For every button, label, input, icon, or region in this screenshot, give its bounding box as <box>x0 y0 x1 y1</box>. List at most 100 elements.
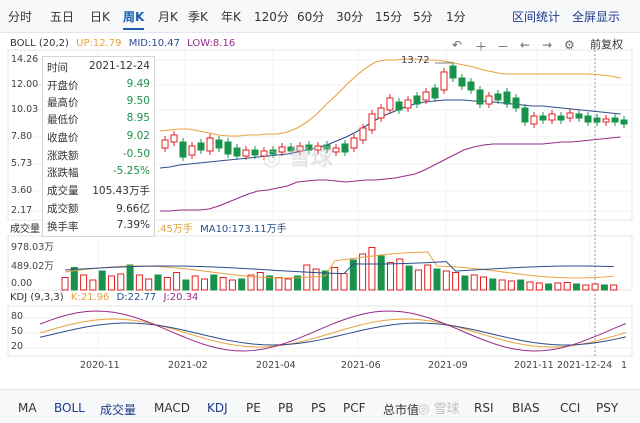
tooltip-key: 收盘价 <box>47 132 79 144</box>
indicator-tab-ma[interactable]: MA <box>18 401 37 415</box>
candle-body <box>458 77 466 87</box>
indicator-tab-macd[interactable]: MACD <box>154 401 190 415</box>
volume-bar <box>191 275 199 291</box>
volume-bar <box>424 264 432 291</box>
candle-body <box>476 89 484 105</box>
tooltip-row: 开盘价 9.49 <box>47 78 150 94</box>
volume-bar <box>470 274 478 291</box>
tooltip-value: 2021-12-24 <box>88 60 150 72</box>
indicator-tab-ps[interactable]: PS <box>311 401 326 415</box>
candle-body <box>161 139 169 149</box>
candle-body <box>530 115 538 125</box>
candle-body <box>512 97 520 109</box>
candle-body <box>584 115 592 123</box>
volume-bar <box>61 277 69 291</box>
candle-body <box>431 87 439 99</box>
tooltip-value: -5.25% <box>112 165 150 177</box>
kdj-k-value: K:21.96 <box>70 292 110 303</box>
date-axis-label: 1 <box>621 360 628 371</box>
volume-bar <box>275 277 283 291</box>
watermark-logo: ◎ 雪球 <box>418 402 460 417</box>
candle-body <box>395 101 403 111</box>
volume-bar <box>201 278 208 291</box>
volume-bar <box>387 262 394 291</box>
volume-bar <box>442 270 450 291</box>
volume-bar <box>526 281 534 291</box>
candle-body <box>377 107 385 119</box>
tooltip-row: 时间 2021-12-24 <box>47 60 150 76</box>
indicator-tab-pcf[interactable]: PCF <box>343 401 366 415</box>
volume-legend-name: 成交量 <box>10 224 40 235</box>
candle-body <box>215 139 223 149</box>
volume-bar <box>452 272 460 291</box>
volume-bar <box>182 279 190 291</box>
candle-body <box>602 118 610 123</box>
volume-bar <box>126 264 134 291</box>
candle-body <box>611 117 619 123</box>
volume-bar <box>321 270 329 291</box>
volume-bar <box>89 279 97 291</box>
candle-body <box>449 65 457 79</box>
indicator-tab-bias[interactable]: BIAS <box>512 401 540 415</box>
volume-bar <box>368 247 376 291</box>
date-axis-label: 2021-02 <box>168 360 208 371</box>
volume-bar <box>489 278 497 291</box>
volume-ma10-line <box>64 261 614 275</box>
indicator-tab-volume[interactable]: 成交量 <box>100 401 136 418</box>
kdj-axis-label: 80 <box>11 311 24 322</box>
volume-bar <box>545 283 553 291</box>
candle-body <box>593 117 601 123</box>
indicator-tab-bar: MA BOLL 成交量 MACD KDJ PE PB PS PCF 总市值 RS… <box>0 389 640 423</box>
date-axis-label: 2021-09 <box>428 360 468 371</box>
candle-body <box>566 112 574 119</box>
candle-body <box>467 81 475 91</box>
tooltip-row: 最低价 8.95 <box>47 112 150 128</box>
volume-bar <box>582 284 590 291</box>
tooltip-value: 105.43万手 <box>92 185 150 197</box>
indicator-tab-pb[interactable]: PB <box>278 401 293 415</box>
tooltip-value: 9.50 <box>126 95 150 107</box>
candle-body <box>557 115 565 121</box>
candle-body <box>575 113 583 119</box>
kdj-legend: KDJ (9,3,3) K:21.96 D:22.77 J:20.34 <box>10 292 202 304</box>
indicator-tab-cci[interactable]: CCI <box>560 401 580 415</box>
volume-bar <box>108 275 115 291</box>
volume-bar <box>145 278 153 291</box>
price-axis-label: 3.60 <box>11 185 33 196</box>
date-axis-label: 2021-04 <box>256 360 296 371</box>
tooltip-key: 涨跌额 <box>47 150 79 162</box>
indicator-tab-boll[interactable]: BOLL <box>54 401 85 415</box>
tooltip-row: 收盘价 9.02 <box>47 130 150 146</box>
volume-bar <box>359 253 367 291</box>
tooltip-key: 最低价 <box>47 114 79 126</box>
volume-bar <box>600 284 608 291</box>
indicator-tab-market-cap[interactable]: 总市值 <box>383 401 419 418</box>
volume-bar <box>163 277 171 291</box>
volume-bar <box>498 279 506 291</box>
candle-body <box>251 149 259 156</box>
volume-bar <box>414 269 422 291</box>
tooltip-value: -0.50 <box>122 148 150 160</box>
candle-body <box>224 141 232 155</box>
tooltip-row: 换手率 7.39% <box>47 219 150 235</box>
watermark-logo: ◎ 雪球 <box>262 146 333 171</box>
candle-body <box>548 113 556 121</box>
candle-body <box>188 145 196 156</box>
date-axis-label: 2021-06 <box>341 360 381 371</box>
tooltip-key: 涨跌幅 <box>47 167 79 179</box>
tooltip-value: 8.95 <box>126 112 150 124</box>
stock-chart-window: 分时 五日 日K 周K 月K 季K 年K 120分 60分 30分 15分 5分… <box>0 0 640 423</box>
candle-body <box>485 95 493 105</box>
volume-bar <box>340 273 348 291</box>
indicator-tab-kdj[interactable]: KDJ <box>207 401 228 415</box>
indicator-tab-rsi[interactable]: RSI <box>474 401 494 415</box>
indicator-tab-pe[interactable]: PE <box>246 401 261 415</box>
indicator-tab-psy[interactable]: PSY <box>596 401 618 415</box>
volume-bar <box>173 272 181 291</box>
tooltip-value: 9.02 <box>126 130 150 142</box>
candle-body <box>341 143 349 153</box>
volume-bar <box>507 280 515 291</box>
date-axis-label: 2021-11 <box>514 360 554 371</box>
volume-bar <box>331 267 339 291</box>
volume-ma-legend: .45万手 MA10:173.11万手 <box>157 224 291 236</box>
